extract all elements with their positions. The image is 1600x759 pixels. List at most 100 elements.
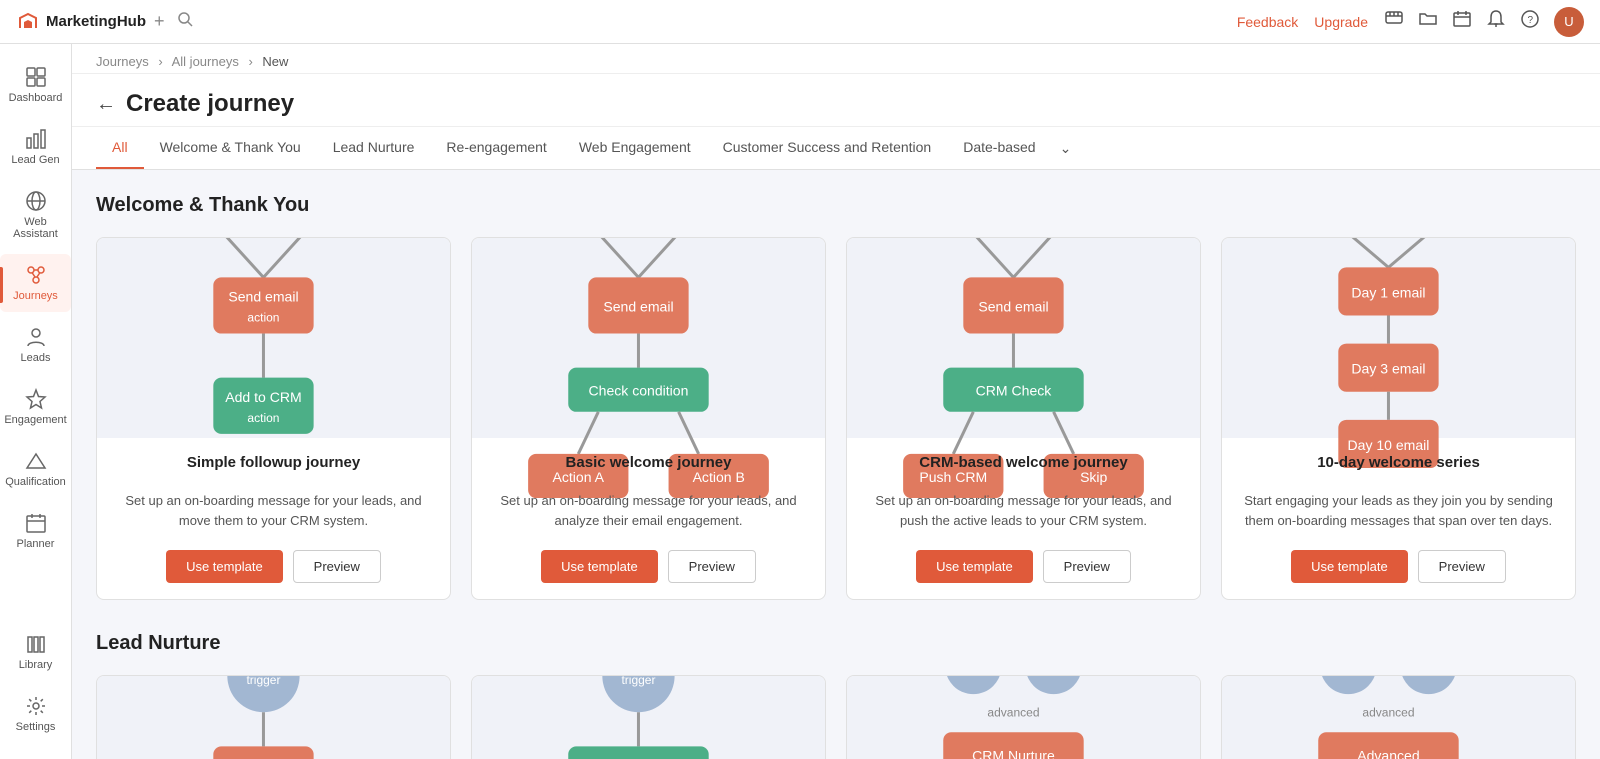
- breadcrumb-journeys[interactable]: Journeys: [96, 54, 149, 69]
- sidebar-item-dashboard[interactable]: Dashboard: [0, 56, 71, 114]
- card-diagram-condition-lead-nurture: trigger Condition: [472, 676, 825, 759]
- main-layout: Dashboard Lead Gen Web Assistant Journey…: [0, 44, 1600, 759]
- card-title-basic-welcome: Basic welcome journey: [488, 454, 809, 471]
- sidebar-item-library[interactable]: Library: [0, 623, 71, 681]
- sidebar: Dashboard Lead Gen Web Assistant Journey…: [0, 44, 72, 759]
- preview-button-3[interactable]: Preview: [1043, 550, 1131, 583]
- tab-re-engagement[interactable]: Re-engagement: [430, 127, 562, 169]
- sidebar-item-wrap-lead-gen: Lead Gen: [0, 118, 71, 180]
- card-crm-welcome: trigger trigger Send email CRM Check: [846, 237, 1201, 600]
- card-desc-simple-followup: Set up an on-boarding message for your l…: [113, 491, 434, 530]
- sidebar-item-wrap-library: Library: [0, 623, 71, 685]
- library-icon: [25, 633, 47, 655]
- svg-text:Advanced: Advanced: [1357, 747, 1419, 759]
- svg-text:advanced: advanced: [1362, 705, 1414, 719]
- preview-button-4[interactable]: Preview: [1418, 550, 1506, 583]
- planner-icon: [25, 512, 47, 534]
- sidebar-item-wrap-settings: Settings: [0, 685, 71, 747]
- svg-text:CRM Check: CRM Check: [976, 383, 1053, 399]
- preview-button-1[interactable]: Preview: [293, 550, 381, 583]
- bell-icon[interactable]: [1486, 9, 1506, 34]
- main-content: Journeys › All journeys › New ← Create j…: [72, 44, 1600, 759]
- card-actions-basic-welcome: Use template Preview: [488, 550, 809, 583]
- card-condition-lead-nurture: trigger Condition Simple condition-based…: [471, 675, 826, 759]
- app-name: MarketingHub: [46, 13, 146, 30]
- svg-text:action: action: [247, 411, 279, 425]
- upgrade-link[interactable]: Upgrade: [1314, 14, 1368, 30]
- topbar-icons: ? U: [1384, 7, 1584, 37]
- settings-icon: [25, 695, 47, 717]
- card-title-10day-welcome: 10-day welcome series: [1238, 454, 1559, 471]
- flow-diagram-6: trigger Condition: [488, 675, 809, 759]
- breadcrumb-all-journeys[interactable]: All journeys: [172, 54, 239, 69]
- sidebar-item-leads[interactable]: Leads: [0, 316, 71, 374]
- sidebar-item-settings[interactable]: Settings: [0, 685, 71, 743]
- qualification-icon: [25, 450, 47, 472]
- back-button[interactable]: ←: [96, 93, 116, 116]
- card-diagram-simple-lead-nurture: trigger Nurture: [97, 676, 450, 759]
- folder-icon[interactable]: [1418, 9, 1438, 34]
- welcome-cards-grid: ✉ trigger trigger Send email action: [96, 237, 1576, 600]
- use-template-button-3[interactable]: Use template: [916, 550, 1033, 583]
- help-icon[interactable]: ?: [1520, 9, 1540, 34]
- leads-icon: [25, 326, 47, 348]
- tab-more[interactable]: ⌄: [1052, 128, 1080, 169]
- add-button[interactable]: +: [154, 11, 165, 32]
- svg-text:advanced: advanced: [987, 705, 1039, 719]
- web-assistant-icon: [25, 190, 47, 212]
- svg-text:Check condition: Check condition: [589, 383, 689, 399]
- tab-date-based[interactable]: Date-based: [947, 127, 1051, 169]
- engagement-icon: [25, 388, 47, 410]
- card-body-simple-followup: Simple followup journey Set up an on-boa…: [97, 438, 450, 599]
- use-template-button-1[interactable]: Use template: [166, 550, 283, 583]
- svg-text:Send email: Send email: [978, 299, 1048, 315]
- feedback-link[interactable]: Feedback: [1237, 14, 1298, 30]
- sidebar-item-journeys[interactable]: Journeys: [0, 254, 71, 312]
- lead-nurture-section-title: Lead Nurture: [96, 632, 1576, 655]
- app-logo[interactable]: MarketingHub: [16, 10, 146, 34]
- tab-web-engagement[interactable]: Web Engagement: [563, 127, 707, 169]
- engagement-label: Engagement: [4, 414, 66, 426]
- flow-diagram-7: advanced CRM Nurture: [863, 675, 1184, 759]
- card-desc-10day-welcome: Start engaging your leads as they join y…: [1238, 491, 1559, 530]
- svg-text:?: ?: [1528, 15, 1534, 26]
- sidebar-item-planner[interactable]: Planner: [0, 502, 71, 560]
- active-indicator: [0, 267, 3, 303]
- filter-tabs: All Welcome & Thank You Lead Nurture Re-…: [72, 127, 1600, 170]
- journeys-label: Journeys: [13, 290, 58, 302]
- sidebar-item-qualification[interactable]: Qualification: [0, 440, 71, 498]
- leads-label: Leads: [21, 352, 51, 364]
- use-template-button-4[interactable]: Use template: [1291, 550, 1408, 583]
- sidebar-item-web-assistant[interactable]: Web Assistant: [0, 180, 71, 250]
- tab-customer-success[interactable]: Customer Success and Retention: [707, 127, 948, 169]
- tab-all[interactable]: All: [96, 127, 144, 169]
- sidebar-item-wrap-leads: Leads: [0, 316, 71, 378]
- preview-button-2[interactable]: Preview: [668, 550, 756, 583]
- use-template-button-2[interactable]: Use template: [541, 550, 658, 583]
- svg-text:CRM Nurture: CRM Nurture: [972, 747, 1055, 759]
- svg-text:trigger: trigger: [621, 675, 655, 687]
- search-button[interactable]: [177, 11, 193, 32]
- sidebar-item-lead-gen[interactable]: Lead Gen: [0, 118, 71, 176]
- card-diagram-basic-welcome: trigger trigger Send email Check conditi…: [472, 238, 825, 438]
- svg-text:Add to CRM: Add to CRM: [225, 389, 301, 405]
- svg-text:trigger: trigger: [246, 675, 280, 687]
- sidebar-item-wrap-web-assistant: Web Assistant: [0, 180, 71, 254]
- card-desc-crm-welcome: Set up an on-boarding message for your l…: [863, 491, 1184, 530]
- lead-nurture-cards-grid: trigger Nurture Simple lead nurture: [96, 675, 1576, 759]
- tab-welcome[interactable]: Welcome & Thank You: [144, 127, 317, 169]
- sidebar-item-wrap-planner: Planner: [0, 502, 71, 564]
- card-diagram-advanced-lead-nurture: advanced Advanced: [1222, 676, 1575, 759]
- card-actions-crm-welcome: Use template Preview: [863, 550, 1184, 583]
- user-avatar[interactable]: U: [1554, 7, 1584, 37]
- svg-text:Day 1 email: Day 1 email: [1351, 285, 1425, 301]
- sidebar-item-engagement[interactable]: Engagement: [0, 378, 71, 436]
- messages-icon[interactable]: [1384, 9, 1404, 34]
- tab-lead-nurture[interactable]: Lead Nurture: [317, 127, 431, 169]
- calendar-icon[interactable]: [1452, 9, 1472, 34]
- search-icon: [177, 11, 193, 27]
- welcome-section: Welcome & Thank You ✉ trigger trigger: [96, 194, 1576, 600]
- card-actions-10day-welcome: Use template Preview: [1238, 550, 1559, 583]
- logo-icon: [16, 10, 40, 34]
- card-10day-welcome: trigger trigger Day 1 email Day 3 email: [1221, 237, 1576, 600]
